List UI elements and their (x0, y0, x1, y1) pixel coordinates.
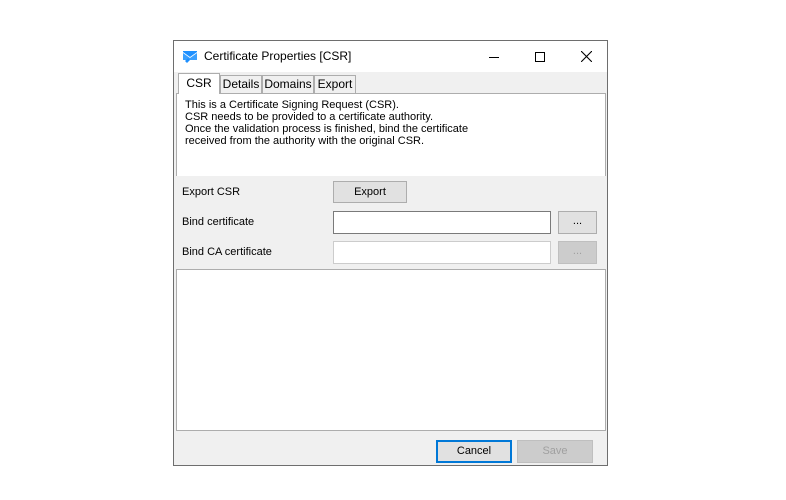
bind-ca-certificate-label: Bind CA certificate (182, 246, 272, 258)
description-line: received from the authority with the ori… (185, 135, 425, 147)
tab-csr[interactable]: CSR (178, 73, 220, 94)
bind-ca-certificate-browse-button[interactable]: ... (558, 241, 597, 264)
bind-certificate-field[interactable] (333, 211, 551, 234)
csr-tab-panel: This is a Certificate Signing Request (C… (176, 93, 606, 431)
bind-certificate-label: Bind certificate (182, 216, 255, 228)
description-line: Once the validation process is finished,… (185, 123, 469, 135)
description-line: CSR needs to be provided to a certificat… (185, 111, 434, 123)
description-line: This is a Certificate Signing Request (C… (185, 99, 399, 111)
bind-certificate-browse-button[interactable]: ... (558, 211, 597, 234)
bind-ca-certificate-field[interactable] (333, 241, 551, 264)
csr-description: This is a Certificate Signing Request (C… (185, 99, 468, 147)
csr-form: Export CSR Export Bind certificate ... B… (176, 176, 606, 270)
export-csr-label: Export CSR (182, 186, 241, 198)
export-csr-button[interactable]: Export (333, 181, 407, 203)
certificate-properties-dialog: Certificate Properties [CSR] CSR Details… (173, 40, 608, 466)
